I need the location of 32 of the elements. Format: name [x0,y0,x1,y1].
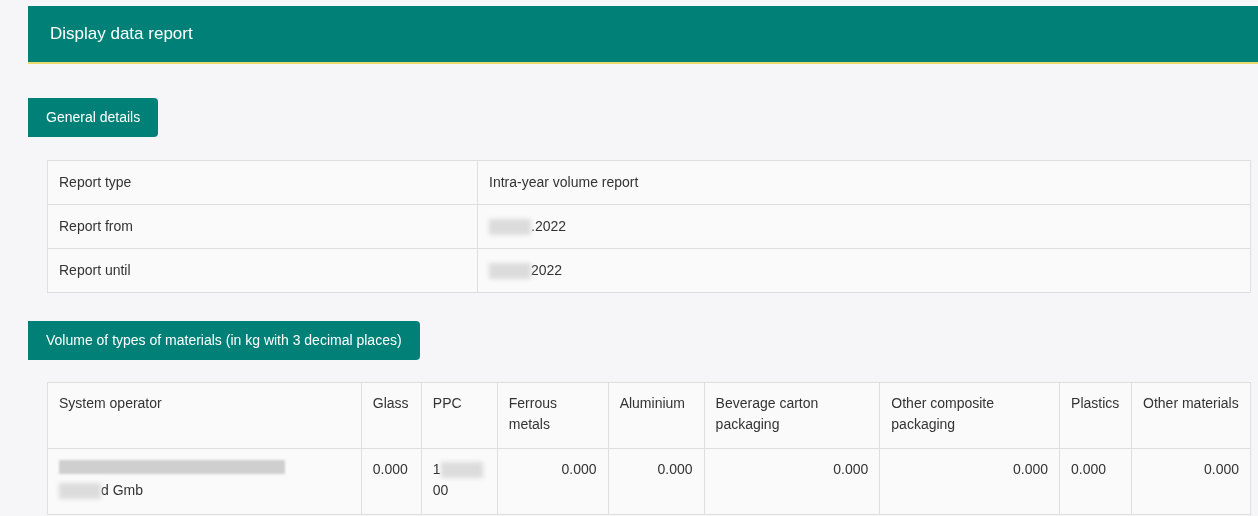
cell-text: 0.000 [833,461,869,477]
cell-text: 0.000 [372,461,408,477]
cell-text: .2022 [531,218,567,234]
cell-text: 0.000 [561,461,597,477]
redaction-blur [489,263,531,280]
column-header: Other materials [1131,382,1251,449]
cell-text: 0.000 [1071,461,1107,477]
field-label: Report until [47,248,478,293]
section-heading: General details [28,98,159,137]
cell-text: 0.000 [1013,461,1049,477]
column-header: PPC [421,382,498,449]
column-header: Glass [361,382,422,449]
cell-text: 0.000 [657,461,693,477]
page-title: Display data report [50,23,193,46]
column-header: System operator [47,382,362,449]
field-label: Report type [47,160,478,205]
cell-text: 2022 [531,262,563,278]
column-header: Ferrous metals [497,382,609,449]
redaction-blur [489,219,531,236]
section-heading: Volume of types of materials (in kg with 3 decimal places) [28,321,420,360]
column-header: Other composite packaging [879,382,1060,449]
field-label: Report from [47,204,478,249]
column-header: Plastics [1059,382,1132,449]
cell-text: d Gmb [101,482,143,498]
redaction-blur [440,462,483,479]
cell-text: 1 [432,461,441,477]
cell-text: Intra-year volume report [489,174,639,190]
cell-text: 00 [432,482,449,498]
redaction-blur [59,483,101,500]
column-header: Aluminium [608,382,705,449]
column-header: Beverage carton packaging [704,382,880,449]
cell-text: 0.000 [1203,461,1239,477]
